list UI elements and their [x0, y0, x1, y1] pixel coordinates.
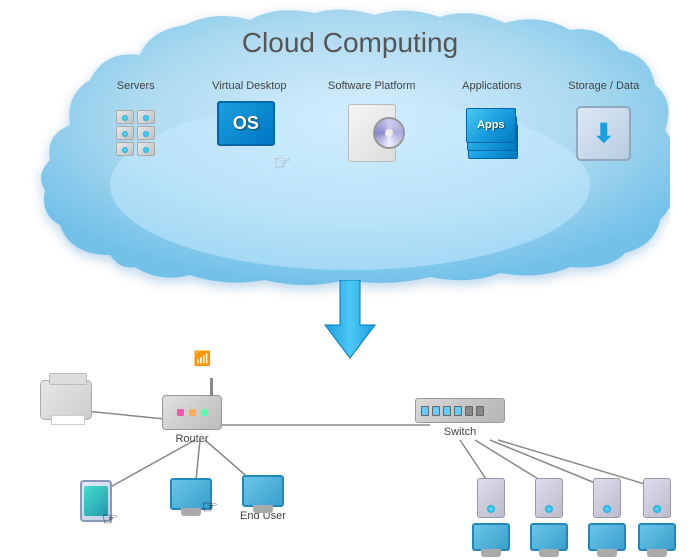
monitor3-icon — [472, 523, 510, 551]
switch-device: Switch — [415, 398, 505, 438]
tower-power-btn — [487, 505, 495, 513]
software-platform-icon — [337, 98, 407, 168]
tower-icon — [477, 478, 505, 518]
applications-icon: Apps Apps Apps — [457, 98, 527, 168]
switch-port — [476, 406, 484, 416]
monitor5-icon — [588, 523, 626, 551]
tower4-icon — [643, 478, 671, 518]
tower-computer4 — [638, 478, 676, 551]
switch-icon — [415, 398, 505, 423]
switch-label: Switch — [444, 426, 476, 438]
servers-label: Servers — [117, 80, 155, 92]
cursor-hand-icon: ☞ — [102, 509, 118, 530]
end-user-computer2: End User — [240, 475, 286, 522]
switch-port — [454, 406, 462, 416]
network-area: 📶 Router Switch ☞ ☞ End User — [0, 370, 700, 560]
router-icon: 📶 — [162, 395, 222, 430]
big-down-arrow — [320, 280, 380, 365]
router-device: 📶 Router — [162, 395, 222, 445]
tower3-power-btn — [603, 505, 611, 513]
cloud-item-storage: Storage / Data ⬇ — [568, 80, 639, 168]
servers-icon — [101, 98, 171, 168]
switch-port — [465, 406, 473, 416]
os-cursor: ☞ — [272, 149, 290, 174]
tower4-power-btn — [653, 505, 661, 513]
cloud-title: Cloud Computing — [242, 27, 458, 59]
tower-computer2 — [530, 478, 568, 551]
monitor6-icon — [638, 523, 676, 551]
tower2-power-btn — [545, 505, 553, 513]
tower2-icon — [535, 478, 563, 518]
end-user-computer1: ☞ — [170, 478, 212, 510]
wifi-icon: 📶 — [194, 350, 211, 367]
software-platform-label: Software Platform — [328, 80, 415, 92]
virtual-desktop-icon: OS ☞ — [214, 98, 284, 168]
switch-port — [443, 406, 451, 416]
os-text: OS — [233, 113, 259, 134]
cloud-container: Cloud Computing Servers — [30, 5, 670, 315]
cloud-item-applications: Applications Apps Apps Apps — [457, 80, 527, 168]
tablet-icon: ☞ — [80, 480, 112, 522]
download-arrow-icon: ⬇ — [593, 118, 615, 149]
storage-label: Storage / Data — [568, 80, 639, 92]
tower3-icon — [593, 478, 621, 518]
monitor-icon: ☞ — [170, 478, 212, 510]
cloud-item-software-platform: Software Platform — [328, 80, 415, 168]
router-label: Router — [175, 433, 208, 445]
switch-port — [432, 406, 440, 416]
applications-label: Applications — [462, 80, 521, 92]
switch-port — [421, 406, 429, 416]
printer-icon — [40, 380, 92, 420]
router-antenna: 📶 — [210, 378, 213, 396]
cloud-items: Servers Virtual Desktop — [80, 80, 660, 168]
tower-computer1 — [472, 478, 510, 551]
monitor2-icon — [242, 475, 284, 507]
cloud-item-virtual-desktop: Virtual Desktop OS ☞ — [212, 80, 286, 168]
tablet-device: ☞ — [80, 480, 112, 522]
storage-icon: ⬇ — [569, 98, 639, 168]
tower-computer3 — [588, 478, 626, 551]
cursor-hand2-icon: ☞ — [202, 497, 218, 518]
cloud-item-servers: Servers — [101, 80, 171, 168]
printer-device — [40, 380, 92, 420]
apps-text3: Apps — [477, 119, 505, 131]
monitor4-icon — [530, 523, 568, 551]
virtual-desktop-label: Virtual Desktop — [212, 80, 286, 92]
